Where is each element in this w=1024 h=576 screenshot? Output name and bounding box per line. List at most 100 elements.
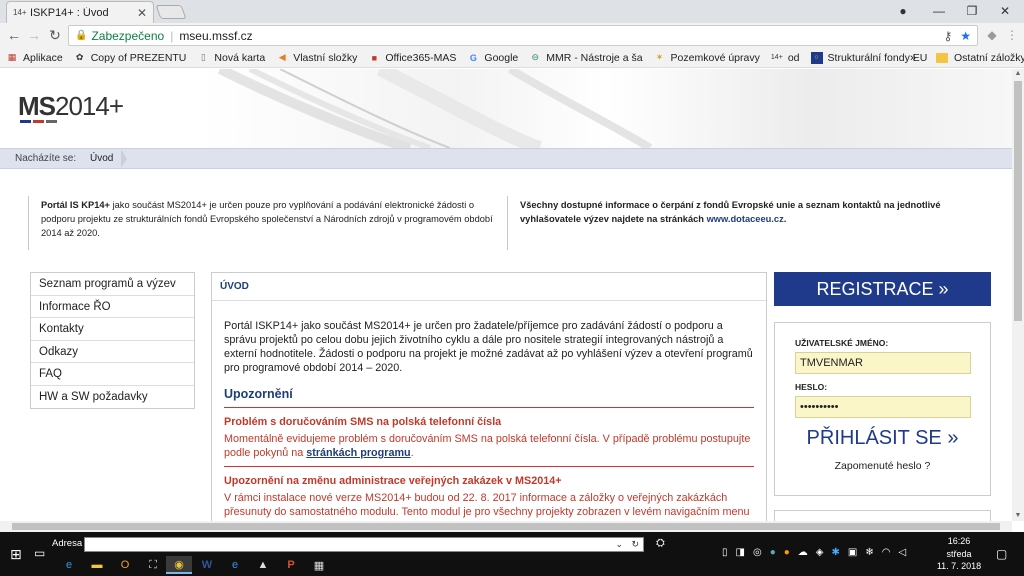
refresh-icon[interactable]: ↻	[631, 539, 639, 550]
address-toolbar-label: Adresa	[52, 538, 83, 549]
word-icon[interactable]: W	[194, 556, 220, 574]
username-input[interactable]	[795, 352, 971, 374]
bookmark-item[interactable]: ✶ Pozemkové úpravy	[654, 52, 760, 64]
tray-icon[interactable]: ◨	[736, 547, 745, 558]
restore-icon[interactable]: ❐	[957, 0, 987, 22]
notification-center-icon[interactable]: ▢	[996, 547, 1007, 561]
14plus-icon: 14+	[770, 54, 783, 61]
main-content-panel: ÚVOD Portál ISKP14+ jako součást MS2014+…	[211, 272, 767, 521]
photos-icon[interactable]: ▲	[250, 556, 276, 574]
breadcrumb-current[interactable]: Úvod	[82, 149, 128, 168]
bookmark-star-icon[interactable]: ★	[960, 29, 971, 43]
tray-icon[interactable]: ●	[770, 547, 776, 558]
tab-title: ISKP14+ : Úvod	[30, 6, 109, 19]
powerpoint-icon[interactable]: P	[278, 556, 304, 574]
site-favicon-icon: 14+	[13, 7, 27, 17]
other-bookmarks[interactable]: Ostatní záložky	[936, 48, 1024, 68]
scroll-up-arrow-icon[interactable]: ▲	[1012, 69, 1024, 79]
notice-procurement-text: V rámci instalace nové verze MS2014+ bud…	[224, 492, 750, 521]
warnings-heading: Upozornění	[224, 387, 754, 408]
program-pages-link[interactable]: stránkách programu	[306, 447, 410, 459]
password-input[interactable]	[795, 396, 971, 418]
windows-start-icon[interactable]: ⊞	[10, 546, 22, 563]
tray-icon[interactable]: ❄	[865, 547, 873, 558]
tray-icon[interactable]: ☁	[798, 547, 808, 558]
bookmark-apps[interactable]: ▦ Aplikace	[6, 52, 63, 64]
volume-icon[interactable]: ◁	[898, 547, 906, 558]
key-icon[interactable]: ⚷	[943, 29, 952, 43]
internet-explorer-icon[interactable]: e	[222, 556, 248, 574]
bookmarks-more-button[interactable]: »	[910, 48, 916, 68]
scroll-down-arrow-icon[interactable]: ▼	[1012, 511, 1024, 521]
menu-item-programs[interactable]: Seznam programů a výzev	[31, 273, 194, 296]
tray-icon[interactable]: ◈	[816, 547, 824, 558]
vertical-scrollbar[interactable]: ▲ ▼	[1012, 69, 1024, 521]
dotaceeu-link[interactable]: www.dotaceeu.cz	[707, 214, 784, 224]
bookmark-item[interactable]: ◀ Vlastní složky	[276, 52, 358, 64]
tray-icon[interactable]: ●	[784, 547, 790, 558]
profile-icon[interactable]: ●	[888, 0, 918, 22]
window-close-icon[interactable]: ✕	[990, 0, 1020, 22]
system-tray: ▯ ◨ ◎ ● ● ☁ ◈ ✱ ▣ ❄ ◠ ◁	[722, 547, 906, 558]
tray-icon[interactable]: ▣	[848, 547, 857, 558]
wifi-icon[interactable]: ◠	[882, 547, 891, 558]
menu-item-ro-info[interactable]: Informace ŘO	[31, 296, 194, 318]
calculator-icon[interactable]: ▦	[306, 556, 332, 574]
eu-flag-icon: ○	[810, 51, 823, 64]
back-arrow-icon[interactable]: ←	[5, 26, 23, 44]
office-logo-icon: ■	[371, 52, 378, 63]
store-icon[interactable]: ⛶	[140, 556, 166, 574]
new-tab-button[interactable]	[155, 5, 187, 19]
site-header: MS2014+	[0, 69, 1012, 148]
horizontal-scroll-thumb[interactable]	[12, 523, 1000, 530]
tray-icon[interactable]: ✱	[832, 547, 840, 558]
web-page: MS2014+ Nacházíte se: Úvod Portál IS KP1…	[0, 69, 1012, 521]
extension-icon[interactable]: ◆	[984, 27, 1000, 43]
forgot-password-link[interactable]: Zapomenuté heslo ?	[795, 460, 970, 472]
file-explorer-icon[interactable]: ▬	[84, 556, 110, 574]
address-bar[interactable]: 🔒 Zabezpečeno | mseu.mssf.cz ⚷ ★	[68, 25, 978, 46]
google-icon: G	[469, 52, 477, 63]
windows-taskbar: ⊞ ▭ Adresa ⌄ ↻ ⛭ e ▬ O ⛶ ◉ W e ▲ P ▦ ▯ ◨…	[0, 532, 1024, 576]
task-view-icon[interactable]: ▭	[34, 546, 45, 560]
system-clock[interactable]: 16:26 středa 11. 7. 2018	[930, 535, 988, 573]
left-navigation-menu: Seznam programů a výzev Informace ŘO Kon…	[30, 272, 195, 409]
logo-color-bars	[20, 120, 57, 123]
bookmark-item[interactable]: ▯ Nová karta	[197, 52, 265, 64]
menu-dots-icon[interactable]: ⋮	[1004, 27, 1020, 43]
browser-tab[interactable]: 14+ ISKP14+ : Úvod ✕	[6, 1, 154, 23]
browser-toolbar: ← → ↻ 🔒 Zabezpečeno | mseu.mssf.cz ⚷ ★ ◆…	[0, 23, 1024, 48]
taskbar-extra-icon[interactable]: ⛭	[656, 537, 665, 550]
address-toolbar-input[interactable]: ⌄ ↻	[84, 537, 644, 552]
menu-item-links[interactable]: Odkazy	[31, 341, 194, 363]
tab-close-icon[interactable]: ✕	[137, 6, 147, 20]
tray-icon[interactable]: ▯	[722, 547, 728, 558]
menu-item-faq[interactable]: FAQ	[31, 363, 194, 386]
chrome-icon[interactable]: ◉	[166, 556, 192, 574]
reload-icon[interactable]: ↻	[46, 26, 64, 44]
bookmark-item[interactable]: 14+ od	[771, 52, 800, 64]
mmr-icon: ⊖	[531, 52, 540, 62]
menu-item-contacts[interactable]: Kontakty	[31, 318, 194, 341]
bookmark-item[interactable]: G Google	[467, 52, 518, 64]
tray-icon[interactable]: ◎	[753, 547, 762, 558]
horizontal-scrollbar[interactable]	[0, 521, 1012, 532]
ms2014-logo[interactable]: MS2014+	[18, 91, 124, 122]
minimize-icon[interactable]: —	[924, 0, 954, 22]
bookmarks-bar: ▦ Aplikace ✿ Copy of PREZENTU ▯ Nová karta …	[0, 48, 1024, 68]
login-button[interactable]: PŘIHLÁSIT SE »	[795, 427, 970, 450]
mas-logo-icon: ✿	[75, 52, 84, 62]
clock-date: 11. 7. 2018	[936, 561, 982, 571]
register-button[interactable]: REGISTRACE »	[774, 272, 991, 306]
edge-browser-icon[interactable]: e	[56, 556, 82, 574]
page-icon: ▯	[200, 52, 206, 62]
vertical-scroll-thumb[interactable]	[1014, 81, 1022, 321]
dropdown-icon[interactable]: ⌄	[615, 539, 623, 550]
notice-sms-text: Momentálně evidujeme problém s doručován…	[224, 432, 754, 467]
menu-item-hw-sw[interactable]: HW a SW požadavky	[31, 386, 194, 409]
bookmark-item[interactable]: ⊖ MMR - Nástroje a ša	[529, 52, 642, 64]
bookmark-item[interactable]: ✿ Copy of PREZENTU	[74, 52, 186, 64]
outlook-icon[interactable]: O	[112, 556, 138, 574]
bookmark-item[interactable]: ■ Office365-MAS	[368, 52, 457, 64]
forward-arrow-icon[interactable]: →	[25, 26, 43, 44]
